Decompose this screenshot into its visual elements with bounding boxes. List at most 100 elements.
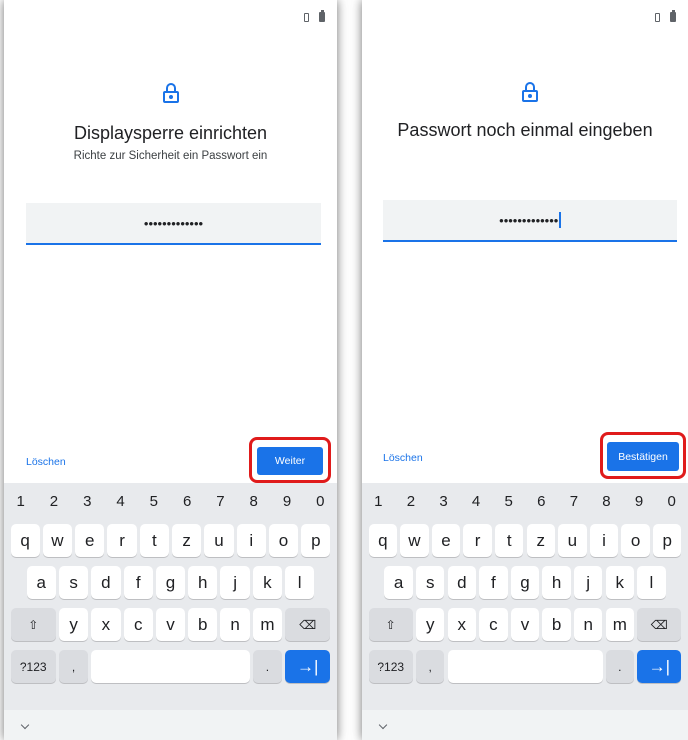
number-key[interactable]: 4 [461, 493, 491, 510]
nav-strip [4, 710, 337, 740]
status-bar [302, 10, 325, 22]
key-x[interactable]: x [447, 608, 477, 641]
number-key[interactable]: 1 [363, 493, 393, 510]
password-field[interactable]: ••••••••••••• [383, 200, 677, 242]
key-m[interactable]: m [605, 608, 635, 641]
key-h[interactable]: h [542, 566, 571, 599]
number-key[interactable]: 6 [526, 493, 556, 510]
key-e[interactable]: e [431, 524, 461, 557]
number-key[interactable]: 8 [591, 493, 621, 510]
number-key[interactable]: 5 [494, 493, 524, 510]
keyboard: 1 2 3 4 5 6 7 8 9 0 q w e r t z u i o p a s d f g h j k l ⇧ y x c v b n m ⌫ ?1… [4, 483, 337, 740]
password-mask: ••••••••••••• [143, 215, 204, 231]
key-p[interactable]: p [301, 524, 331, 557]
key-r[interactable]: r [463, 524, 492, 557]
key-i[interactable]: i [236, 524, 266, 557]
key-t[interactable]: t [494, 524, 524, 557]
key-k[interactable]: k [605, 566, 635, 599]
key-a[interactable]: a [384, 566, 413, 599]
number-key[interactable]: 2 [396, 493, 426, 510]
number-key[interactable]: 3 [72, 493, 102, 510]
key-j[interactable]: j [573, 566, 603, 599]
key-i[interactable]: i [589, 524, 619, 557]
comma-key[interactable]: , [415, 650, 445, 683]
number-key[interactable]: 4 [106, 493, 136, 510]
key-b[interactable]: b [542, 608, 571, 641]
key-t[interactable]: t [139, 524, 169, 557]
backspace-icon[interactable]: ⌫ [285, 608, 331, 641]
key-q[interactable]: q [10, 524, 40, 557]
key-w[interactable]: w [42, 524, 73, 557]
key-w[interactable]: w [400, 524, 429, 557]
key-n[interactable]: n [220, 608, 250, 641]
key-u[interactable]: u [204, 524, 234, 557]
next-button[interactable]: Weiter [257, 447, 323, 475]
number-key[interactable]: 0 [305, 493, 335, 510]
number-key[interactable]: 7 [205, 493, 235, 510]
clear-button[interactable]: Löschen [26, 456, 66, 468]
key-h[interactable]: h [188, 566, 218, 599]
key-l[interactable]: l [285, 566, 315, 599]
key-v[interactable]: v [510, 608, 540, 641]
enter-icon[interactable]: →| [637, 650, 682, 683]
space-bar[interactable] [447, 650, 603, 683]
key-d[interactable]: d [91, 566, 121, 599]
key-u[interactable]: u [558, 524, 587, 557]
number-key[interactable]: 9 [624, 493, 654, 510]
comma-key[interactable]: , [58, 650, 89, 683]
key-s[interactable]: s [58, 566, 89, 599]
key-c[interactable]: c [123, 608, 153, 641]
key-j[interactable]: j [220, 566, 250, 599]
number-key[interactable]: 0 [657, 493, 687, 510]
period-key[interactable]: . [252, 650, 283, 683]
shift-icon[interactable]: ⇧ [10, 608, 56, 641]
period-key[interactable]: . [605, 650, 635, 683]
key-f[interactable]: f [123, 566, 153, 599]
key-d[interactable]: d [447, 566, 477, 599]
key-g[interactable]: g [155, 566, 186, 599]
confirm-button[interactable]: Bestätigen [607, 442, 679, 471]
symbols-key[interactable]: ?123 [10, 650, 56, 683]
key-o[interactable]: o [268, 524, 299, 557]
key-b[interactable]: b [188, 608, 218, 641]
key-p[interactable]: p [652, 524, 682, 557]
key-q[interactable]: q [368, 524, 398, 557]
space-bar[interactable] [91, 650, 250, 683]
key-a[interactable]: a [26, 566, 56, 599]
key-k[interactable]: k [252, 566, 283, 599]
key-z[interactable]: z [172, 524, 202, 557]
chevron-down-icon[interactable] [20, 720, 30, 730]
number-key[interactable]: 1 [6, 493, 36, 510]
clear-button[interactable]: Löschen [383, 452, 423, 464]
lock-icon [522, 82, 538, 102]
keyboard: 1 2 3 4 5 6 7 8 9 0 q w e r t z u i o p a s d f g h j k l ⇧ y x c v b n m ⌫ ?1… [362, 483, 688, 740]
key-z[interactable]: z [526, 524, 556, 557]
shift-icon[interactable]: ⇧ [368, 608, 413, 641]
key-r[interactable]: r [107, 524, 137, 557]
key-l[interactable]: l [637, 566, 666, 599]
chevron-down-icon[interactable] [378, 720, 388, 730]
number-key[interactable]: 9 [272, 493, 302, 510]
key-v[interactable]: v [155, 608, 186, 641]
key-n[interactable]: n [573, 608, 603, 641]
number-key[interactable]: 3 [428, 493, 458, 510]
number-key[interactable]: 7 [559, 493, 589, 510]
number-key[interactable]: 2 [39, 493, 69, 510]
number-key[interactable]: 8 [239, 493, 269, 510]
key-g[interactable]: g [510, 566, 540, 599]
key-f[interactable]: f [479, 566, 508, 599]
key-y[interactable]: y [415, 608, 445, 641]
key-y[interactable]: y [58, 608, 89, 641]
key-e[interactable]: e [75, 524, 105, 557]
number-key[interactable]: 6 [172, 493, 202, 510]
number-key[interactable]: 5 [139, 493, 169, 510]
symbols-key[interactable]: ?123 [368, 650, 413, 683]
key-x[interactable]: x [91, 608, 121, 641]
key-s[interactable]: s [415, 566, 445, 599]
enter-icon[interactable]: →| [285, 650, 331, 683]
backspace-icon[interactable]: ⌫ [637, 608, 682, 641]
key-c[interactable]: c [479, 608, 508, 641]
password-field[interactable]: ••••••••••••• [26, 203, 321, 245]
key-m[interactable]: m [252, 608, 283, 641]
key-o[interactable]: o [621, 524, 650, 557]
